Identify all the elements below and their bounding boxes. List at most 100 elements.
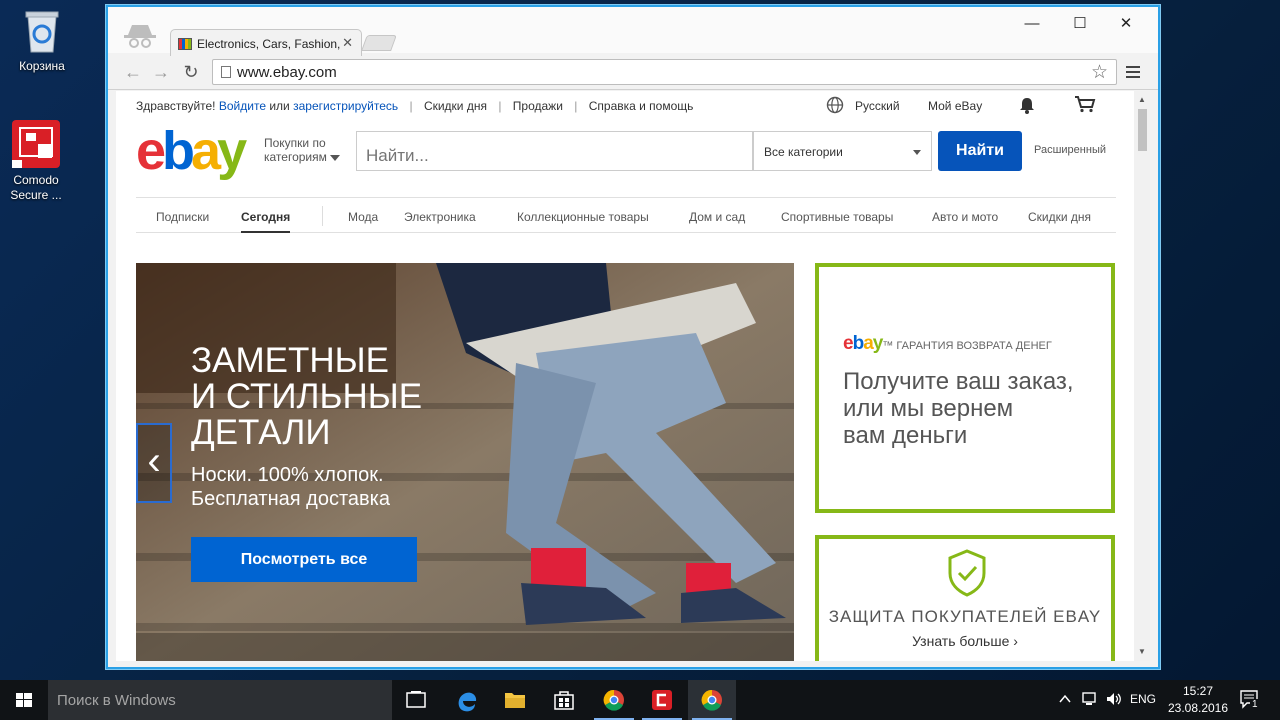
ebay-favicon-icon: [178, 38, 192, 50]
register-link[interactable]: зарегистрируйтесь: [293, 99, 398, 113]
incognito-icon: [122, 21, 158, 49]
guarantee-label: ebay™ ГАРАНТИЯ ВОЗВРАТА ДЕНЕГ: [843, 333, 1052, 355]
file-explorer-taskbar-button[interactable]: [491, 680, 539, 720]
nav-item-home-garden[interactable]: Дом и сад: [689, 210, 745, 224]
address-bar[interactable]: www.ebay.com ☆: [212, 59, 1117, 85]
scroll-up-arrow-icon[interactable]: ▲: [1138, 95, 1146, 104]
url-text: www.ebay.com: [237, 64, 337, 81]
back-arrow-icon[interactable]: ←: [122, 62, 144, 83]
chrome-incognito-taskbar-button[interactable]: [688, 680, 736, 720]
comodo-secure-shopping-icon: [12, 120, 60, 168]
signin-link[interactable]: Войдите: [219, 99, 266, 113]
learn-more-link[interactable]: Узнать больше ›: [819, 633, 1111, 649]
page-scrollbar[interactable]: ▲ ▼: [1134, 91, 1150, 661]
buyer-protection-banner[interactable]: ЗАЩИТА ПОКУПАТЕЛЕЙ EBAY Узнать больше ›: [815, 535, 1115, 661]
desktop-icon-comodo[interactable]: Comodo Secure ...: [0, 120, 76, 203]
desktop-icon-label: Comodo Secure ...: [10, 173, 62, 202]
nav-item-electronics[interactable]: Электроника: [404, 210, 476, 224]
volume-icon[interactable]: [1105, 691, 1123, 710]
edge-taskbar-button[interactable]: [443, 680, 491, 720]
guarantee-text: Получите ваш заказ, или мы вернем вам де…: [843, 368, 1113, 449]
page-icon: [221, 66, 231, 78]
hero-title-line: И СТИЛЬНЫЕ: [191, 377, 423, 416]
nav-item-fashion[interactable]: Мода: [348, 210, 378, 224]
category-select[interactable]: Все категории: [752, 131, 932, 171]
chevron-up-icon[interactable]: [1058, 691, 1072, 710]
store-taskbar-button[interactable]: [540, 680, 588, 720]
desktop-icon-recycle-bin[interactable]: Корзина: [2, 8, 82, 74]
scrollbar-thumb[interactable]: [1138, 109, 1147, 151]
language-select[interactable]: Русский: [855, 99, 900, 113]
scroll-down-arrow-icon[interactable]: ▼: [1138, 647, 1146, 656]
chrome-taskbar-button[interactable]: [590, 680, 638, 720]
buyer-protection-title: ЗАЩИТА ПОКУПАТЕЛЕЙ EBAY: [828, 607, 1102, 626]
minimize-button[interactable]: —: [1022, 15, 1042, 33]
nav-item-sporting-goods[interactable]: Спортивные товары: [781, 210, 893, 224]
ebay-page: Здравствуйте! Войдите или зарегистрируйт…: [116, 91, 1134, 661]
header-left-links: Здравствуйте! Войдите или зарегистрируйт…: [136, 99, 693, 113]
comodo-taskbar-button[interactable]: [638, 680, 686, 720]
browser-toolbar: ← → ↻ www.ebay.com ☆: [108, 56, 1158, 90]
money-back-guarantee-banner[interactable]: ebay™ ГАРАНТИЯ ВОЗВРАТА ДЕНЕГ Получите в…: [815, 263, 1115, 513]
network-icon[interactable]: [1082, 691, 1098, 710]
globe-icon: [826, 96, 844, 117]
start-button[interactable]: [0, 680, 48, 720]
chevron-down-icon: [913, 150, 921, 155]
close-window-button[interactable]: ✕: [1116, 15, 1136, 33]
nav-item-collectibles[interactable]: Коллекционные товары: [517, 210, 649, 224]
bell-icon[interactable]: [1019, 96, 1035, 117]
nav-divider: [322, 206, 323, 226]
guarantee-ebay-logo: ebay: [843, 333, 883, 354]
recycle-bin-icon: [22, 8, 62, 54]
help-link[interactable]: Справка и помощь: [589, 99, 694, 113]
trademark-symbol: ™: [882, 340, 894, 352]
chevron-down-icon: [330, 155, 340, 161]
guarantee-line: вам деньги: [843, 422, 968, 449]
nav-item-daily-deals[interactable]: Скидки дня: [1028, 210, 1091, 224]
notifications-icon[interactable]: 1: [1238, 688, 1262, 715]
hero-banner[interactable]: ЗАМЕТНЫЕ И СТИЛЬНЫЕ ДЕТАЛИ Носки. 100% х…: [136, 263, 794, 661]
ebay-logo[interactable]: ebay: [136, 121, 247, 181]
search-input[interactable]: [356, 131, 754, 171]
new-tab-button[interactable]: [361, 35, 397, 51]
bookmark-star-icon[interactable]: ☆: [1091, 61, 1108, 84]
guarantee-line: или мы вернем: [843, 395, 1014, 422]
browser-window: Electronics, Cars, Fashion, ✕ — ☐ ✕ ← → …: [106, 5, 1160, 669]
nav-item-subscriptions[interactable]: Подписки: [156, 210, 209, 224]
input-language-indicator[interactable]: ENG: [1130, 692, 1156, 706]
carousel-prev-arrow-icon[interactable]: ‹: [136, 423, 172, 503]
guarantee-label-text: ГАРАНТИЯ ВОЗВРАТА ДЕНЕГ: [896, 340, 1052, 352]
my-ebay-link[interactable]: Мой eBay: [928, 99, 982, 113]
hero-subtitle-line: Бесплатная доставка: [191, 488, 390, 510]
separator: |: [574, 99, 578, 113]
notifications-count: 1: [1250, 699, 1260, 710]
nav-item-today[interactable]: Сегодня: [241, 210, 291, 233]
edge-icon: [458, 692, 477, 712]
chrome-icon: [701, 689, 722, 711]
chrome-menu-icon[interactable]: [1126, 66, 1140, 78]
task-view-button[interactable]: [392, 680, 440, 720]
separator: |: [409, 99, 413, 113]
shop-by-category-label: Покупки по категориям: [264, 136, 327, 164]
taskbar-search-box[interactable]: Поиск в Windows: [48, 680, 392, 720]
cart-icon[interactable]: [1074, 95, 1096, 116]
global-header: Здравствуйте! Войдите или зарегистрируйт…: [116, 91, 1134, 121]
maximize-button[interactable]: ☐: [1070, 15, 1090, 33]
close-tab-icon[interactable]: ✕: [342, 35, 353, 51]
forward-arrow-icon[interactable]: →: [150, 62, 172, 83]
guarantee-line: Получите ваш заказ,: [843, 368, 1074, 395]
daily-deals-link[interactable]: Скидки дня: [424, 99, 487, 113]
category-nav: Подписки Сегодня Мода Электроника Коллек…: [136, 197, 1116, 233]
advanced-search-link[interactable]: Расширенный: [1034, 144, 1106, 156]
view-all-button[interactable]: Посмотреть все: [191, 537, 417, 582]
nav-item-motors[interactable]: Авто и мото: [932, 210, 998, 224]
taskbar: Поиск в Windows ENG 15:27 23.08.2016 1: [0, 680, 1280, 720]
search-button[interactable]: Найти: [938, 131, 1022, 171]
reload-icon[interactable]: ↻: [180, 62, 202, 83]
shop-by-category-button[interactable]: Покупки по категориям: [264, 136, 340, 164]
category-select-value: Все категории: [764, 145, 843, 159]
taskbar-clock[interactable]: 15:27 23.08.2016: [1162, 683, 1234, 717]
hero-photo: [136, 263, 794, 661]
sell-link[interactable]: Продажи: [513, 99, 563, 113]
browser-tab[interactable]: Electronics, Cars, Fashion, ✕: [170, 29, 362, 57]
